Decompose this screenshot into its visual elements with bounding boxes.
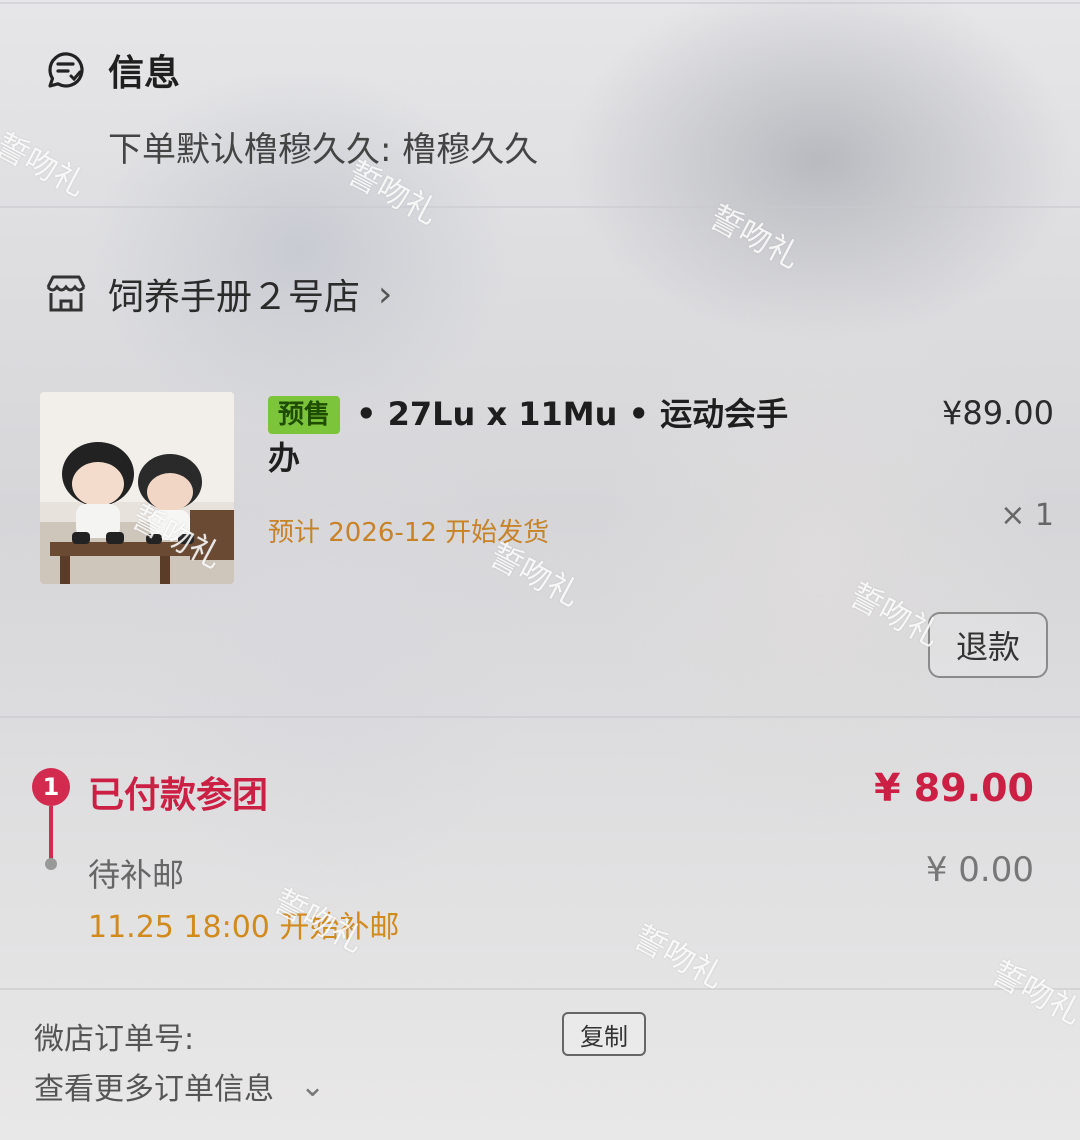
- section-divider: [0, 988, 1080, 990]
- info-title: 信息: [108, 53, 181, 94]
- step-number-badge: 1: [32, 768, 70, 806]
- product-quantity: × 1: [1000, 498, 1054, 533]
- chevron-down-icon: ⌄: [300, 1068, 326, 1104]
- watermark: 誓吻礼: [0, 125, 93, 205]
- more-order-info-link[interactable]: 查看更多订单信息 ⌄: [34, 1064, 325, 1108]
- section-divider: [0, 716, 1080, 718]
- step-dot: [45, 858, 57, 870]
- order-number-label: 微店订单号:: [34, 1022, 195, 1057]
- more-order-info-label: 查看更多订单信息: [34, 1072, 274, 1107]
- pending-status-label: 待补邮: [88, 856, 185, 894]
- product-price: ¥89.00: [942, 394, 1054, 432]
- product-title[interactable]: 预售 • 27Lu x 11Mu • 运动会手办: [268, 392, 798, 480]
- refund-button[interactable]: 退款: [928, 612, 1048, 678]
- watermark: 誓吻礼: [985, 953, 1080, 1033]
- pending-amount: ¥ 0.00: [925, 850, 1034, 890]
- chevron-right-icon: ›: [378, 273, 393, 315]
- paid-amount: ¥ 89.00: [874, 766, 1034, 810]
- watermark: 誓吻礼: [267, 881, 371, 961]
- info-header: 信息: [44, 44, 180, 96]
- top-divider: [0, 2, 1080, 4]
- paid-status-label: 已付款参团: [88, 775, 269, 816]
- step-connector: [49, 806, 53, 862]
- shop-link[interactable]: 饲养手册２号店 ›: [44, 268, 392, 320]
- section-divider: [0, 206, 1080, 208]
- message-icon: [48, 52, 84, 88]
- store-icon: [46, 275, 86, 312]
- watermark: 誓吻礼: [703, 197, 807, 277]
- watermark: 誓吻礼: [843, 575, 947, 655]
- product-title-text: • 27Lu x 11Mu • 运动会手办: [268, 395, 789, 477]
- copy-button[interactable]: 复制: [562, 1012, 646, 1056]
- shop-name: 饲养手册２号店: [108, 277, 361, 318]
- watermark: 誓吻礼: [627, 917, 731, 997]
- presale-tag: 预售: [268, 396, 341, 434]
- default-buyer-text: 下单默认橹穆久久: 橹穆久久: [108, 130, 539, 170]
